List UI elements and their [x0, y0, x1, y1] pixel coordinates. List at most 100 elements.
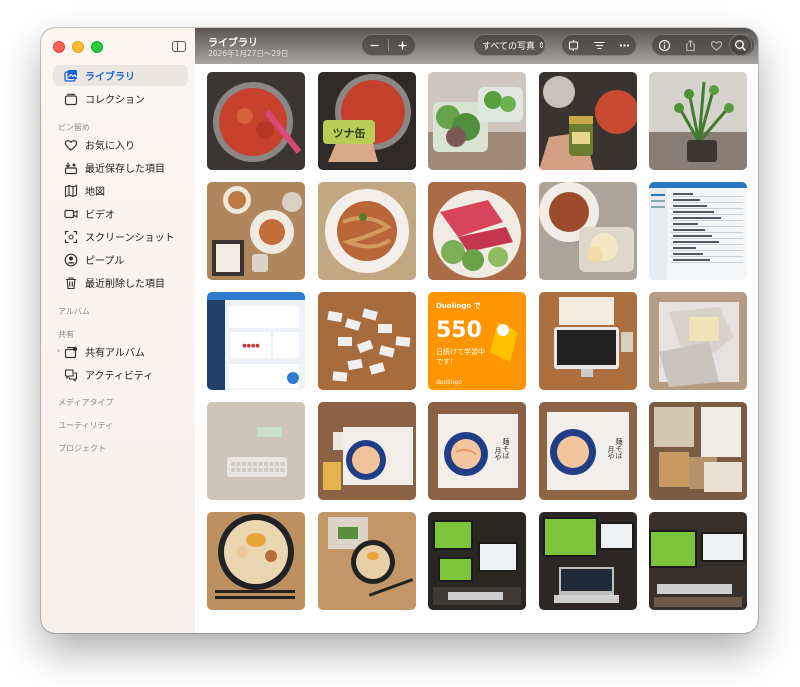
svg-text:duolingo: duolingo: [436, 379, 462, 386]
photo-thumbnail[interactable]: [649, 292, 747, 390]
photo-content-area: ツナ缶 ●●●● Duolingo で 550 日続けて学習中 です！ duolingo 麺そ…: [195, 28, 758, 633]
filter-dropdown[interactable]: すべての写真 ⇕: [473, 34, 546, 56]
photo-thumbnail[interactable]: 麺そば 月や: [428, 402, 526, 500]
photo-thumbnail[interactable]: [317, 182, 416, 280]
sidebar-item-map[interactable]: 地図: [53, 180, 188, 201]
svg-text:日続けて学習中: 日続けて学習中: [436, 347, 485, 356]
sidebar-item-library[interactable]: ライブラリ: [53, 65, 188, 86]
sidebar-item-favorites[interactable]: お気に入り: [53, 134, 188, 155]
sidebar-item-label: 地図: [85, 187, 105, 198]
date-range: 2026年1月27日〜29日: [208, 49, 289, 58]
section-header-projects[interactable]: プロジェクト: [58, 443, 106, 454]
photo-thumbnail[interactable]: [207, 182, 305, 280]
photo-thumbnail[interactable]: [538, 512, 637, 610]
photo-thumbnail[interactable]: [538, 72, 637, 170]
photo-thumbnail[interactable]: [649, 182, 747, 280]
map-icon: [64, 184, 78, 198]
share-icon: [685, 39, 695, 51]
view-controls: [561, 34, 637, 56]
collections-icon: [64, 92, 78, 106]
photo-image: Duolingo で 550 日続けて学習中です！ duolingo: [428, 292, 526, 390]
photo-image: [649, 72, 747, 170]
sidebar-toggle-icon[interactable]: [172, 41, 186, 52]
svg-text:550: 550: [436, 318, 482, 343]
section-header-shared[interactable]: 共有: [58, 329, 74, 340]
photo-image: [428, 72, 526, 170]
photo-thumbnail[interactable]: [649, 402, 747, 500]
photo-thumbnail[interactable]: [207, 512, 305, 610]
zoom-out-button[interactable]: [361, 34, 388, 56]
photo-thumbnail[interactable]: ツナ缶: [317, 72, 416, 170]
photo-thumbnail[interactable]: [317, 512, 416, 610]
sidebar-item-videos[interactable]: ビデオ: [53, 203, 188, 224]
close-button[interactable]: [53, 41, 65, 53]
photo-image: [317, 292, 416, 390]
photo-thumbnail[interactable]: 麺そば 月や: [538, 402, 637, 500]
sidebar-item-label: コレクション: [85, 95, 145, 106]
sidebar-item-collections[interactable]: コレクション: [53, 88, 188, 109]
sidebar-item-label: ライブラリ: [85, 72, 135, 83]
filter-lines-icon: [594, 41, 604, 49]
ellipsis-icon: [619, 43, 630, 47]
search-icon: [735, 39, 746, 51]
sidebar-item-label: スクリーンショット: [85, 233, 175, 244]
sidebar-item-screenshots[interactable]: スクリーンショット: [53, 226, 188, 247]
photo-thumbnail[interactable]: [538, 292, 637, 390]
filter-label: すべての写真: [482, 41, 536, 52]
info-button[interactable]: [651, 34, 677, 56]
photo-image: 麺そば月や: [428, 402, 526, 500]
search-button[interactable]: [729, 34, 752, 56]
photo-thumbnail[interactable]: [649, 512, 747, 610]
sidebar-item-shared-albums[interactable]: 共有アルバム: [53, 341, 188, 362]
photo-image: [428, 512, 526, 610]
sidebar-item-people[interactable]: ピープル: [53, 249, 188, 270]
photo-image: [428, 182, 526, 280]
photo-library-icon: [64, 69, 78, 83]
heart-icon: [710, 40, 722, 51]
photo-thumbnail[interactable]: ●●●●: [207, 292, 305, 390]
sidebar-item-label: ピープル: [85, 256, 125, 267]
photo-thumbnail[interactable]: [428, 182, 526, 280]
svg-text:月や: 月や: [607, 446, 615, 460]
trash-icon: [64, 276, 78, 290]
photo-image: [538, 292, 637, 390]
photo-thumbnail[interactable]: [317, 402, 416, 500]
photo-thumbnail[interactable]: Duolingo で 550 日続けて学習中 です！ duolingo: [428, 292, 526, 390]
sidebar-item-activity[interactable]: アクティビティ: [53, 364, 188, 385]
photo-image: [649, 402, 747, 500]
photo-thumbnail[interactable]: [538, 182, 637, 280]
photo-image: [538, 182, 637, 280]
info-icon: [658, 39, 670, 51]
sidebar-item-label: 共有アルバム: [85, 348, 145, 359]
photo-image: 麺そば月や: [538, 402, 637, 500]
zoom-in-button[interactable]: [389, 34, 416, 56]
photo-thumbnail[interactable]: [428, 72, 526, 170]
traffic-lights: [53, 41, 103, 53]
photo-thumbnail[interactable]: [428, 512, 526, 610]
share-button[interactable]: [677, 34, 703, 56]
photo-thumbnail[interactable]: [649, 72, 747, 170]
photo-image: [207, 512, 305, 610]
section-header-utilities[interactable]: ユーティリティ: [58, 420, 113, 431]
svg-text:月や: 月や: [494, 447, 502, 461]
section-header-media-types[interactable]: メディアタイプ: [58, 397, 113, 408]
photo-thumbnail[interactable]: [207, 72, 305, 170]
minimize-button[interactable]: [72, 41, 84, 53]
sidebar-item-label: アクティビティ: [85, 371, 154, 382]
photo-image: [207, 182, 305, 280]
slideshow-icon: [568, 39, 579, 51]
download-icon: [64, 161, 78, 175]
more-button[interactable]: [612, 34, 637, 56]
section-header-albums[interactable]: アルバム: [58, 306, 90, 317]
sort-button[interactable]: [586, 34, 612, 56]
sidebar-item-recently-saved[interactable]: 最近保存した項目: [53, 157, 188, 178]
photo-image: [538, 512, 637, 610]
photo-thumbnail[interactable]: [317, 292, 416, 390]
sidebar-item-recently-deleted[interactable]: 最近削除した項目: [53, 272, 188, 293]
sidebar-item-label: ビデオ: [85, 210, 115, 221]
slideshow-button[interactable]: [561, 34, 586, 56]
photo-thumbnail[interactable]: [207, 402, 305, 500]
photos-window: ライブラリ コレクション ピン留め お気に入り 最近保存した項目 地図 ビデオ …: [41, 28, 758, 633]
favorite-button[interactable]: [703, 34, 729, 56]
zoom-button[interactable]: [91, 41, 103, 53]
